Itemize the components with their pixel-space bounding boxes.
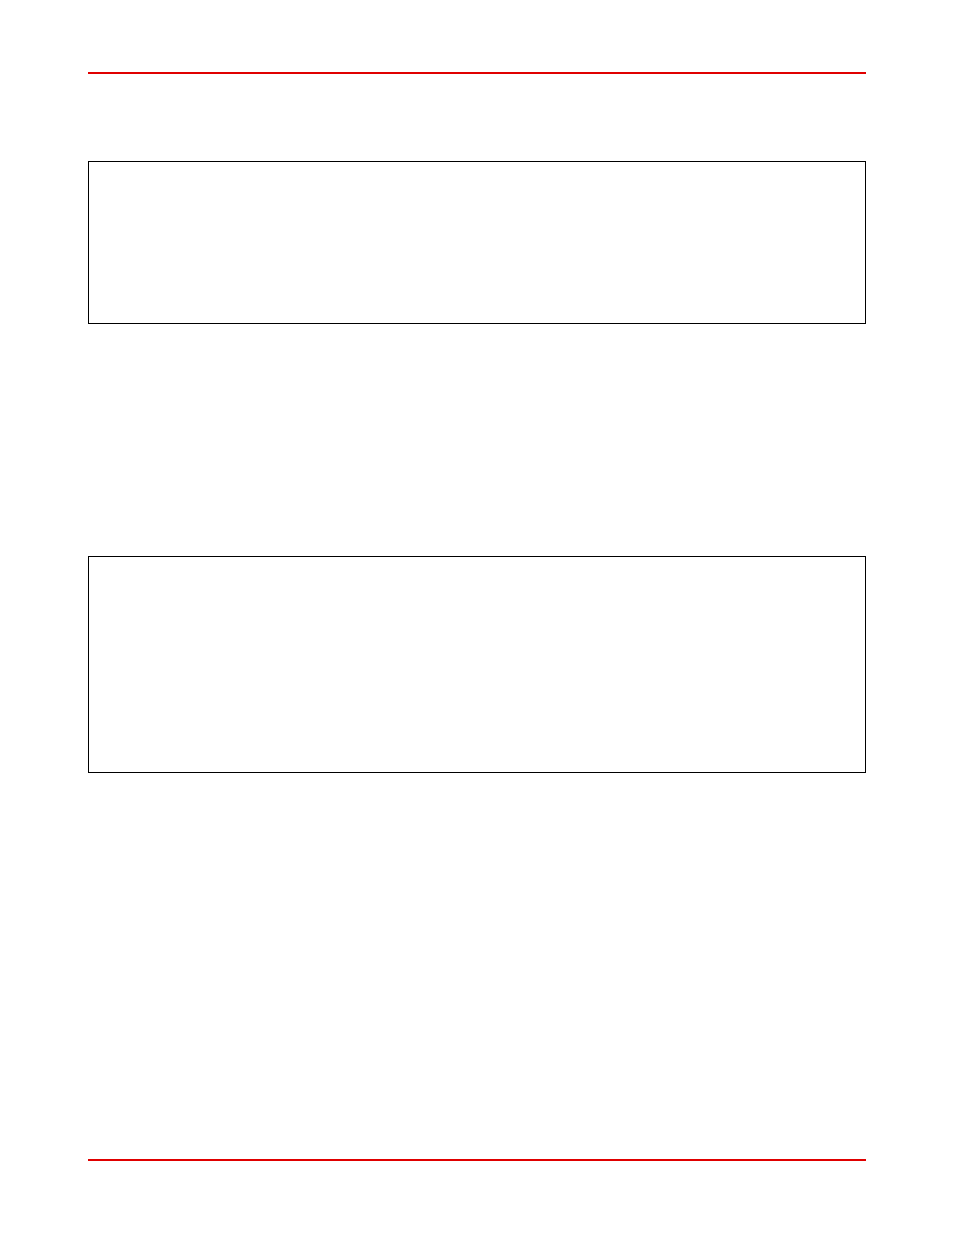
header-rule [88, 72, 866, 74]
content-box-1 [88, 161, 866, 324]
footer-rule [88, 1159, 866, 1161]
content-box-2 [88, 556, 866, 773]
